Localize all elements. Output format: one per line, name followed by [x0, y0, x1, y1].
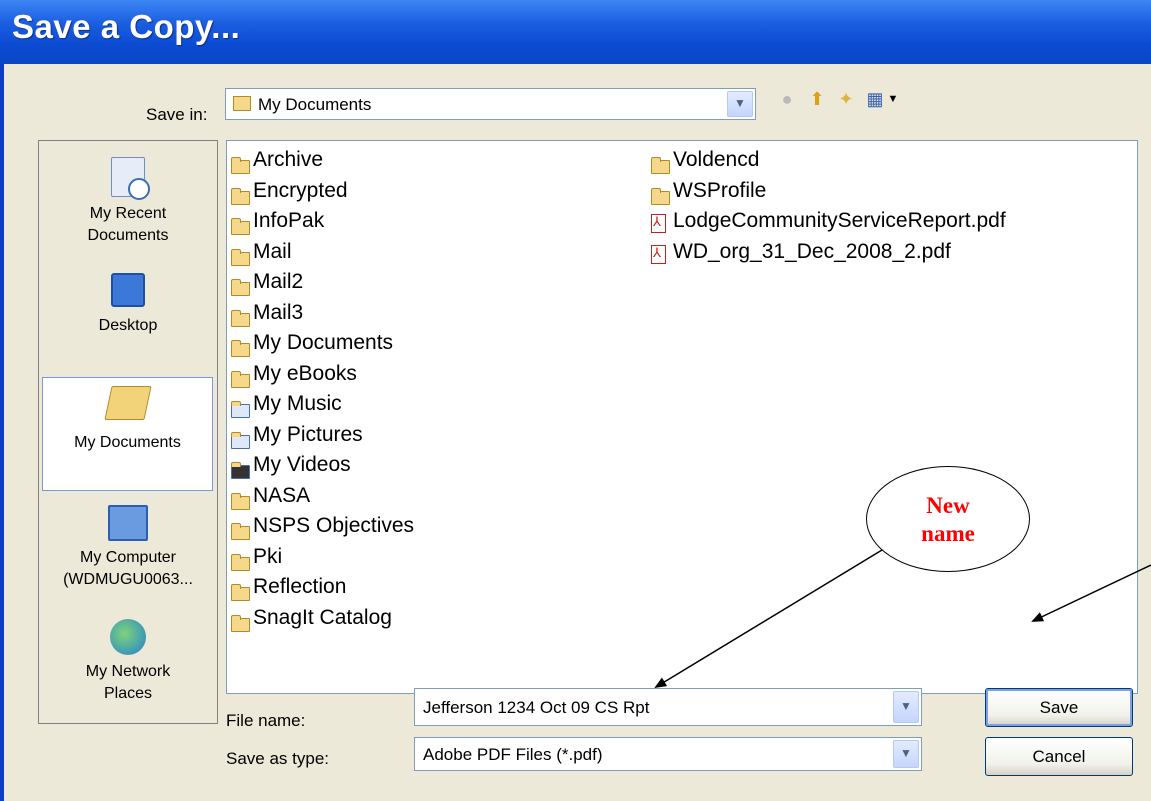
arrow-to-file-name: [654, 549, 883, 689]
annotation-arrows: [654, 549, 1151, 689]
arrow-to-save-button: [1031, 564, 1151, 622]
